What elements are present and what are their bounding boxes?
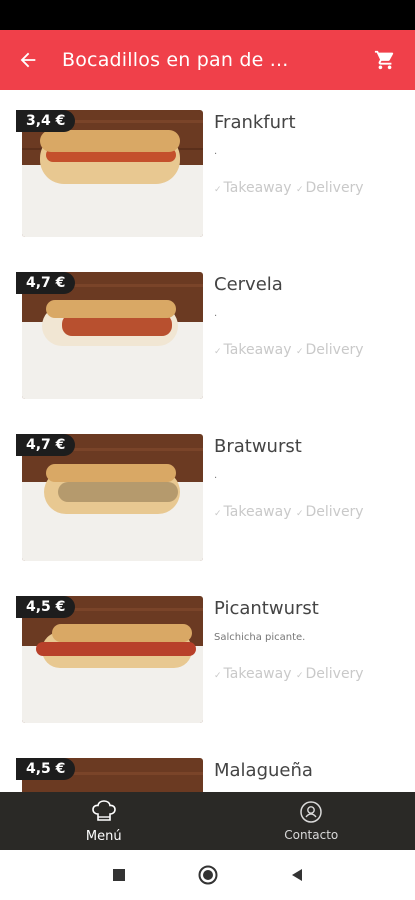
- product-item[interactable]: 4,5 € Picantwurst Salchicha picante. ✓ Ta…: [0, 576, 415, 738]
- chef-hat-icon: [91, 799, 116, 821]
- check-icon: ✓: [295, 509, 304, 519]
- check-icon: ✓: [295, 347, 304, 357]
- price-badge: 4,7 €: [16, 434, 76, 456]
- check-icon: ✓: [214, 347, 222, 357]
- service-options: ✓ Takeaway ✓ Delivery: [214, 342, 364, 358]
- product-item[interactable]: 3,4 € Frankfurt . ✓ Takeaway ✓ Delivery: [0, 90, 415, 252]
- option-delivery: Delivery: [305, 666, 364, 682]
- price-badge: 3,4 €: [16, 110, 76, 132]
- app-bar: Bocadillos en pan de ...: [0, 30, 415, 90]
- product-list: 3,4 € Frankfurt . ✓ Takeaway ✓ Delivery 4,…: [0, 90, 415, 792]
- option-takeaway: Takeaway: [223, 504, 292, 520]
- price-badge: 4,5 €: [16, 596, 76, 618]
- cart-button[interactable]: [355, 30, 415, 90]
- option-takeaway: Takeaway: [223, 666, 292, 682]
- page-title: Bocadillos en pan de ...: [62, 49, 289, 71]
- check-icon: ✓: [295, 185, 304, 195]
- option-delivery: Delivery: [305, 342, 364, 358]
- nav-contact-label: Contacto: [284, 828, 339, 842]
- bottom-navigation: Menú Contacto: [0, 792, 415, 850]
- home-icon[interactable]: [197, 864, 219, 886]
- nav-menu-label: Menú: [85, 828, 122, 844]
- product-description: .: [214, 308, 218, 319]
- check-icon: ✓: [214, 509, 222, 519]
- contact-icon: [300, 801, 322, 823]
- check-icon: ✓: [295, 671, 304, 681]
- product-name: Picantwurst: [214, 598, 319, 619]
- back-button[interactable]: [0, 30, 56, 90]
- check-icon: ✓: [214, 671, 222, 681]
- sausage: [58, 482, 178, 502]
- product-item[interactable]: 4,7 € Bratwurst . ✓ Takeaway ✓ Delivery: [0, 414, 415, 576]
- nav-menu[interactable]: Menú: [0, 792, 208, 850]
- product-name: Bratwurst: [214, 436, 302, 457]
- product-item[interactable]: 4,5 € Malagueña: [0, 738, 415, 792]
- option-takeaway: Takeaway: [223, 180, 292, 196]
- service-options: ✓ Takeaway ✓ Delivery: [214, 666, 364, 682]
- back-triangle-icon[interactable]: [289, 867, 305, 883]
- price-badge: 4,7 €: [16, 272, 76, 294]
- nav-contact[interactable]: Contacto: [208, 792, 415, 850]
- product-name: Frankfurt: [214, 112, 296, 133]
- service-options: ✓ Takeaway ✓ Delivery: [214, 180, 364, 196]
- product-description: .: [214, 146, 218, 157]
- product-description: Salchicha picante.: [214, 632, 306, 643]
- price-badge: 4,5 €: [16, 758, 76, 780]
- recents-icon[interactable]: [111, 867, 127, 883]
- option-delivery: Delivery: [305, 180, 364, 196]
- product-description: .: [214, 470, 218, 481]
- system-navigation: [0, 850, 415, 900]
- status-bar: [0, 0, 415, 30]
- option-takeaway: Takeaway: [223, 342, 292, 358]
- product-name: Malagueña: [214, 760, 313, 781]
- product-name: Cervela: [214, 274, 283, 295]
- cart-icon: [374, 50, 394, 70]
- service-options: ✓ Takeaway ✓ Delivery: [214, 504, 364, 520]
- check-icon: ✓: [214, 185, 222, 195]
- sausage: [36, 642, 196, 656]
- option-delivery: Delivery: [305, 504, 364, 520]
- arrow-left-icon: [20, 52, 36, 68]
- product-item[interactable]: 4,7 € Cervela . ✓ Takeaway ✓ Delivery: [0, 252, 415, 414]
